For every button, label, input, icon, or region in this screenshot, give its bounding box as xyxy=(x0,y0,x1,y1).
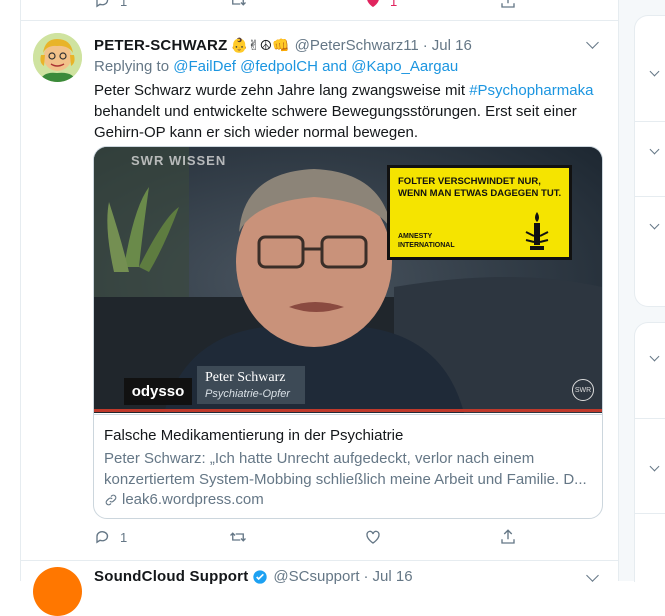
sidebar-chevron-icon[interactable] xyxy=(649,144,660,155)
poster-line: FOLTER VERSCHWINDET NUR, xyxy=(398,176,541,187)
tweet-divider xyxy=(21,20,618,21)
retweet-icon xyxy=(230,532,246,542)
sidebar-chevron-icon[interactable] xyxy=(649,461,660,472)
poster-org: AMNESTY INTERNATIONAL xyxy=(398,232,455,250)
sidebar-separator xyxy=(635,513,665,514)
reply-mention[interactable]: @Kapo_Aargau xyxy=(351,58,458,75)
avatar[interactable] xyxy=(33,33,82,82)
sidebar-separator xyxy=(635,418,665,419)
reply-mention[interactable]: @fedpolCH xyxy=(240,58,318,75)
like-button[interactable] xyxy=(364,528,382,546)
reply-icon xyxy=(96,531,109,544)
avatar-image xyxy=(33,33,82,82)
poster-text: FOLTER VERSCHWINDET NUR, WENN MAN ETWAS … xyxy=(398,176,561,200)
card-body[interactable]: Falsche Medikamentierung in der Psychiat… xyxy=(94,414,602,518)
timeline-border-left xyxy=(20,0,21,581)
like-count: 1 xyxy=(390,0,398,9)
candle-icon xyxy=(525,212,549,250)
link-preview-card[interactable]: SWR WISSEN FOLTER VERSCHWINDET NUR, WENN… xyxy=(93,146,603,519)
link-icon xyxy=(105,494,117,505)
tweet-actions: 1 xyxy=(94,528,517,548)
poster-org-line: AMNESTY xyxy=(398,233,433,240)
show-logo: odysso xyxy=(124,378,192,405)
tweet-text-part: behandelt und entwickelte schwere Bewegu… xyxy=(94,103,577,141)
reply-and[interactable]: and xyxy=(322,58,347,75)
separator-dot: · xyxy=(422,36,428,54)
retweet-button[interactable] xyxy=(229,528,247,546)
share-icon xyxy=(501,0,515,8)
chevron-down-icon[interactable] xyxy=(586,36,599,49)
reply-button[interactable]: 1 xyxy=(94,0,127,10)
previous-tweet-actions: 1 1 xyxy=(21,0,618,20)
heart-icon xyxy=(366,530,380,544)
share-button[interactable] xyxy=(499,528,517,546)
reply-icon xyxy=(96,0,109,8)
tweet-timestamp[interactable]: Jul 16 xyxy=(373,568,413,585)
sidebar-separator xyxy=(635,121,665,122)
channel-logo: SWR WISSEN xyxy=(131,153,227,168)
card-domain-text: leak6.wordpress.com xyxy=(122,491,264,508)
chevron-down-icon[interactable] xyxy=(586,569,599,582)
avatar[interactable] xyxy=(33,567,82,616)
sidebar-chevron-icon[interactable] xyxy=(649,219,660,230)
sidebar-chevron-icon[interactable] xyxy=(649,66,660,77)
card-description: Peter Schwarz: „Ich hatte Unrecht aufged… xyxy=(104,450,587,488)
user-handle[interactable]: @SCsupport xyxy=(273,568,359,585)
hashtag-link[interactable]: #Psychopharmaka xyxy=(469,82,593,99)
sidebar-chevron-icon[interactable] xyxy=(649,351,660,362)
poster-line: WENN MAN ETWAS DAGEGEN TUT. xyxy=(398,188,562,199)
tweet-header: PETER-SCHWARZ 👶✌☮👊 @PeterSchwarz11 · Jul… xyxy=(94,35,472,55)
person-name: Peter Schwarz xyxy=(205,370,286,385)
sidebar-separator xyxy=(635,196,665,197)
share-icon xyxy=(501,529,515,544)
reply-prefix: Replying to xyxy=(94,58,170,75)
person-role: Psychiatrie-Opfer xyxy=(205,388,290,400)
like-button[interactable]: 1 xyxy=(364,0,397,10)
tweet-header: SoundCloud Support @SCsupport · Jul 16 xyxy=(94,568,413,585)
card-media[interactable]: SWR WISSEN FOLTER VERSCHWINDET NUR, WENN… xyxy=(94,147,602,413)
video-progress-line xyxy=(94,409,602,412)
tweet-divider xyxy=(21,560,618,561)
separator-dot: · xyxy=(363,568,369,585)
replying-to: Replying to @FailDef @fedpolCH and @Kapo… xyxy=(94,58,458,75)
lower-third: Peter Schwarz Psychiatrie-Opfer xyxy=(197,366,305,404)
tweet-text: Peter Schwarz wurde zehn Jahre lang zwan… xyxy=(94,80,604,143)
reply-mention[interactable]: @FailDef xyxy=(173,58,236,75)
card-title: Falsche Medikamentierung in der Psychiat… xyxy=(104,427,404,444)
retweet-icon xyxy=(232,0,246,6)
sidebar-card-top xyxy=(634,15,665,307)
reply-count: 1 xyxy=(120,529,128,545)
sidebar-card-bottom xyxy=(634,322,665,582)
tweet-timestamp[interactable]: Jul 16 xyxy=(432,37,472,54)
verified-badge-icon xyxy=(253,569,268,584)
reply-button[interactable]: 1 xyxy=(94,528,127,546)
share-button[interactable] xyxy=(499,0,517,10)
left-gutter xyxy=(0,0,20,581)
tweet-text-part: Peter Schwarz wurde zehn Jahre lang zwan… xyxy=(94,82,470,99)
display-name[interactable]: SoundCloud Support xyxy=(94,568,248,585)
retweet-button[interactable] xyxy=(229,0,247,10)
card-domain: leak6.wordpress.com xyxy=(104,491,264,508)
poster-org-line: INTERNATIONAL xyxy=(398,242,455,249)
display-name[interactable]: PETER-SCHWARZ xyxy=(94,37,227,54)
display-name-emojis: 👶✌☮👊 xyxy=(230,36,290,53)
user-handle[interactable]: @PeterSchwarz11 xyxy=(295,37,419,54)
heart-filled-icon xyxy=(367,0,379,7)
corner-logo: SWR xyxy=(572,379,594,401)
reply-count: 1 xyxy=(120,0,128,9)
amnesty-poster: FOLTER VERSCHWINDET NUR, WENN MAN ETWAS … xyxy=(387,165,572,260)
